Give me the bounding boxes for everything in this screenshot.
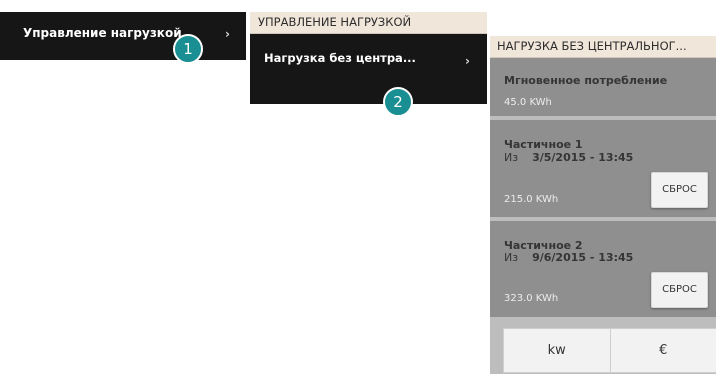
instant-consumption-section: Мгновенное потребление 45.0 KWh bbox=[490, 58, 716, 116]
step-badge-1: 1 bbox=[173, 34, 203, 64]
from-date: Из 3/5/2015 - 13:45 bbox=[504, 151, 633, 164]
step-badge-2: 2 bbox=[383, 87, 413, 117]
consumption-value: 45.0 KWh bbox=[504, 97, 552, 108]
euro-unit-button[interactable]: € bbox=[609, 329, 716, 372]
menu-item-label: Управление нагрузкой bbox=[23, 26, 182, 40]
partial-2-section: Частичное 2 Из 9/6/2015 - 13:45 323.0 KWh… bbox=[490, 221, 716, 317]
load-management-panel: УПРАВЛЕНИЕ НАГРУЗКОЙ Нагрузка без центра… bbox=[250, 12, 487, 104]
chevron-right-icon: › bbox=[225, 27, 230, 41]
list-item-load-without-central[interactable]: Нагрузка без центра... › bbox=[250, 34, 487, 104]
kw-unit-button[interactable]: kw bbox=[504, 329, 610, 372]
menu-item-load-management[interactable]: Управление нагрузкой › bbox=[0, 12, 246, 60]
list-item-label: Нагрузка без центра... bbox=[264, 51, 416, 65]
unit-toggle: kw € bbox=[503, 328, 716, 373]
consumption-value: 323.0 KWh bbox=[504, 293, 559, 304]
load-detail-panel: НАГРУЗКА БЕЗ ЦЕНТРАЛЬНОГ... Мгновенное п… bbox=[490, 36, 716, 374]
date-value: 9/6/2015 - 13:45 bbox=[532, 251, 634, 264]
reset-button[interactable]: СБРОС bbox=[651, 272, 708, 308]
section-title: Мгновенное потребление bbox=[504, 74, 668, 87]
reset-button[interactable]: СБРОС bbox=[651, 172, 708, 208]
section-title: Частичное 1 bbox=[504, 138, 583, 151]
from-date: Из 9/6/2015 - 13:45 bbox=[504, 251, 633, 264]
consumption-value: 215.0 KWh bbox=[504, 194, 559, 205]
from-label: Из bbox=[504, 251, 519, 264]
partial-1-section: Частичное 1 Из 3/5/2015 - 13:45 215.0 KWh… bbox=[490, 120, 716, 217]
from-label: Из bbox=[504, 151, 519, 164]
date-value: 3/5/2015 - 13:45 bbox=[532, 151, 634, 164]
panel-header: НАГРУЗКА БЕЗ ЦЕНТРАЛЬНОГ... bbox=[490, 36, 716, 58]
panel-header: УПРАВЛЕНИЕ НАГРУЗКОЙ bbox=[250, 12, 487, 34]
chevron-right-icon: › bbox=[465, 54, 470, 68]
